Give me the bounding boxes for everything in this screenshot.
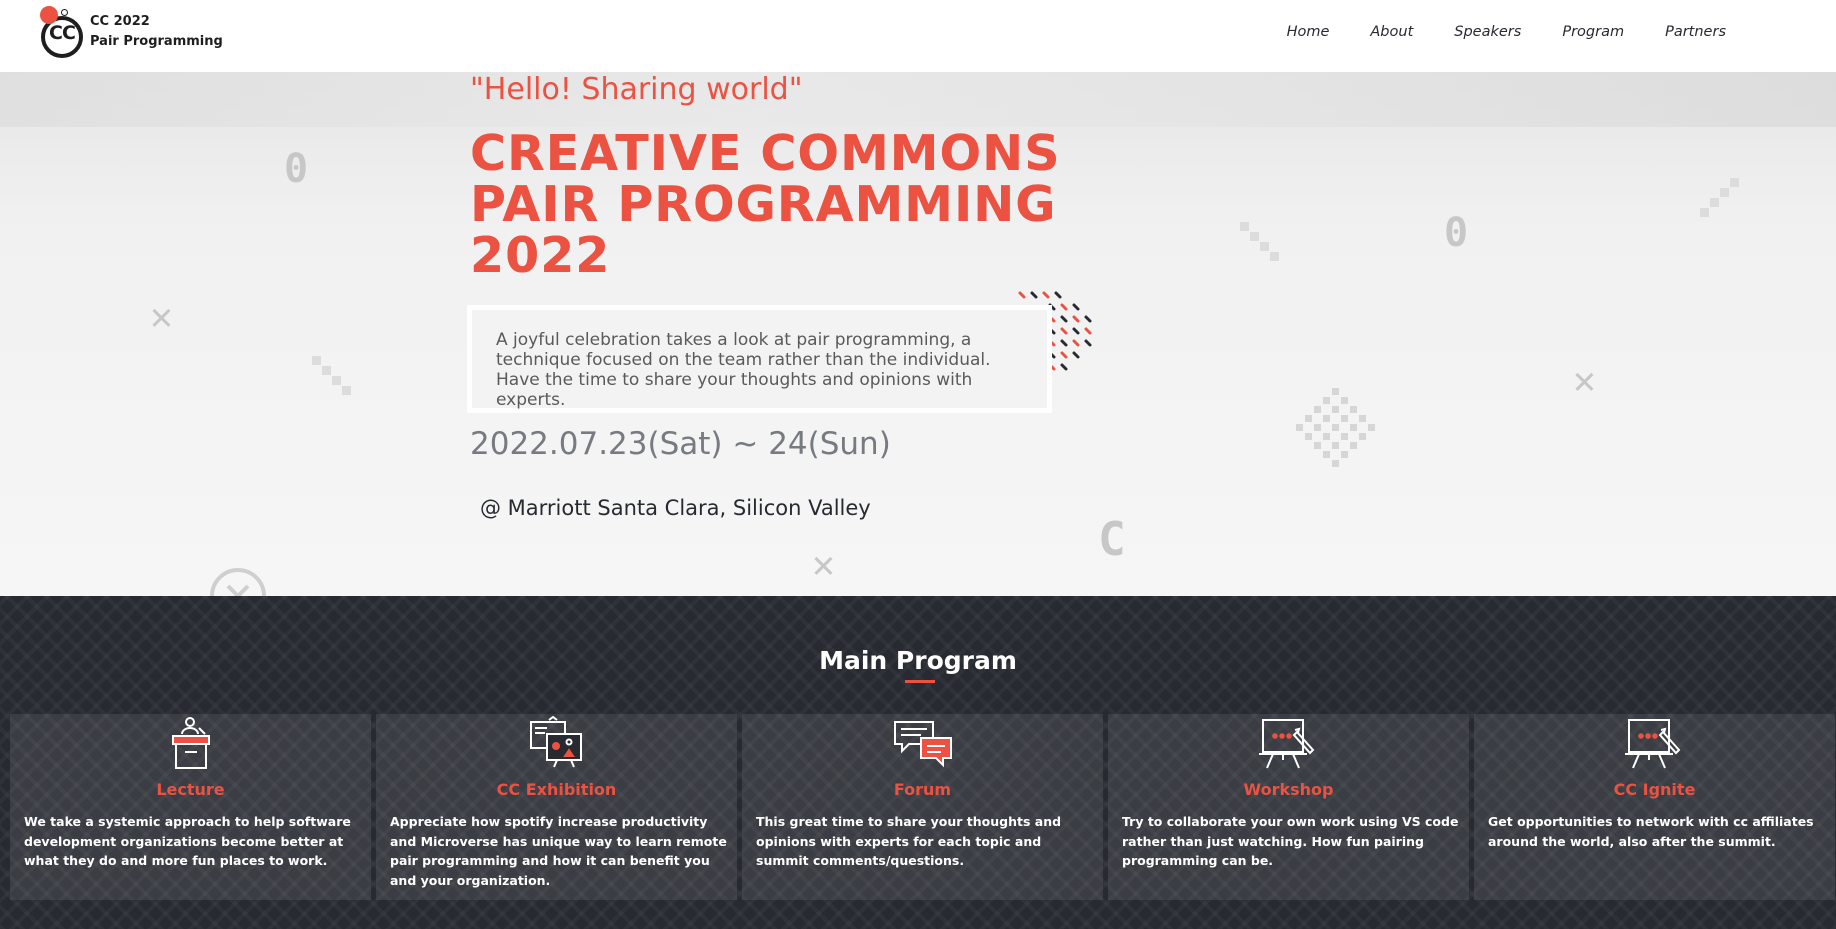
card-text: Try to collaborate your own work using V… [1122,814,1459,868]
card-title: CC Ignite [1613,780,1696,799]
card-title: CC Exhibition [496,780,617,799]
hero-section: 0 0 ✕ ✕ ✕ C "Hello! Sharing world" CREAT… [0,72,1836,596]
decor-zero-icon: 0 [1444,210,1469,256]
decor-x-icon: ✕ [150,294,173,338]
title-underline [905,680,935,683]
decor-circle-icon [210,568,266,596]
nav-home[interactable]: Home [1287,24,1330,40]
hero-tagline: "Hello! Sharing world" [470,72,803,107]
exhibition-icon [529,716,582,768]
card-text: This great time to share your thoughts a… [756,814,1062,868]
section-title: Main Program [819,646,1017,675]
program-card-forum[interactable]: Forum This great time to share your thou… [742,714,1103,900]
decor-c-icon: C [1098,512,1126,566]
logo-text: CC 2022 Pair Programming [90,12,223,52]
decor-zero-icon: 0 [284,146,309,192]
hero-background-photo [0,72,1836,127]
program-card-ignite[interactable]: CC Ignite Get opportunities to network w… [1474,714,1835,900]
decor-x-icon: ✕ [1573,358,1596,402]
logo-red-dot [40,6,58,24]
logo-line-2: Pair Programming [90,34,223,49]
card-text: Get opportunities to network with cc aff… [1488,814,1814,849]
card-title: Forum [893,780,952,799]
hero-description: A joyful celebration takes a look at pai… [496,330,991,410]
workshop-easel-icon [1258,719,1314,769]
program-card-exhibition[interactable]: CC Exhibition Appreciate how spotify inc… [376,714,737,900]
logo-small-dot [61,9,68,16]
lecture-podium-icon [171,717,210,769]
event-venue: @ Marriott Santa Clara, Silicon Valley [480,496,871,520]
nav-speakers[interactable]: Speakers [1454,24,1521,40]
decor-steps-icon [312,356,351,395]
decor-steps-icon [1240,222,1279,261]
nav-about[interactable]: About [1370,24,1413,40]
site-header: CC CC 2022 Pair Programming Home About S… [0,0,1836,72]
program-cards: Lecture We take a systemic approach to h… [10,714,1836,900]
ignite-easel-icon [1624,719,1680,769]
logo-line-1: CC 2022 [90,14,150,29]
card-title: Workshop [1243,780,1334,799]
nav-partners[interactable]: Partners [1665,24,1726,40]
decor-diamond-grid-icon [1296,388,1375,467]
card-title: Lecture [156,780,225,799]
hero-title: CREATIVE COMMONS PAIR PROGRAMMING 2022 [470,128,1110,281]
card-text: Appreciate how spotify increase producti… [390,814,727,888]
decor-x-icon: ✕ [812,542,835,586]
forum-chat-icon [893,721,952,768]
decor-steps-icon [1700,178,1739,217]
site-logo[interactable]: CC CC 2022 Pair Programming [38,6,238,62]
program-card-lecture[interactable]: Lecture We take a systemic approach to h… [10,714,371,900]
card-text: We take a systemic approach to help soft… [24,814,351,868]
event-date: 2022.07.23(Sat) ~ 24(Sun) [470,426,891,462]
program-card-workshop[interactable]: Workshop Try to collaborate your own wor… [1108,714,1469,900]
main-nav: Home About Speakers Program Partners [1287,24,1726,40]
main-program-section: Main Program Lecture We take a systemic … [0,596,1836,929]
hero-description-box: A joyful celebration takes a look at pai… [467,305,1052,413]
nav-program[interactable]: Program [1562,24,1624,40]
